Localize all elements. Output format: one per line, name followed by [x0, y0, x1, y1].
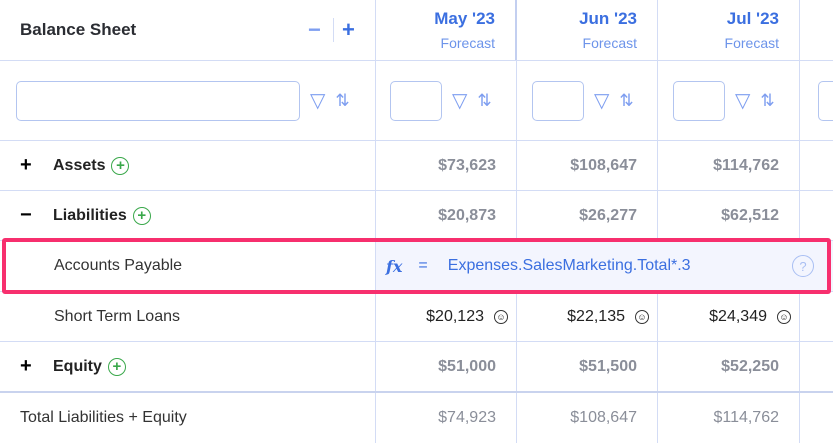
- column-filter-input[interactable]: [818, 80, 833, 121]
- page-title: Balance Sheet: [20, 20, 137, 39]
- filter-icon[interactable]: ▽: [310, 88, 325, 113]
- row-label-cell: + Assets +: [0, 141, 376, 190]
- column-header-jun[interactable]: Jun '23 Forecast: [517, 0, 658, 60]
- value-cell[interactable]: $20,123 ☺: [376, 292, 517, 341]
- equals-sign: =: [418, 257, 428, 274]
- add-icon[interactable]: +: [111, 156, 130, 175]
- table-row-equity: + Equity + $51,000 $51,500 $52,250: [0, 342, 833, 393]
- value-cell[interactable]: $73,623: [376, 141, 517, 190]
- empty-cell: [800, 393, 833, 443]
- filter-cell: ▽ ⇅: [376, 61, 517, 140]
- value-cell[interactable]: $20,873: [376, 191, 517, 240]
- row-label: Equity: [53, 357, 102, 375]
- row-label: Assets: [53, 156, 106, 174]
- user-icon: ☺: [777, 309, 791, 324]
- filter-cell: ▽ ⇅: [0, 61, 376, 140]
- value-cell[interactable]: $62,512: [658, 191, 800, 240]
- column-header-may[interactable]: May '23 Forecast: [376, 0, 517, 60]
- column-filter-input[interactable]: [390, 80, 442, 121]
- value-cell: $108,647: [517, 393, 658, 443]
- search-input[interactable]: [16, 80, 300, 121]
- table-row-short-term-loans: Short Term Loans $20,123 ☺ $22,135 ☺ $24,3…: [0, 292, 833, 342]
- value-cell: $114,762: [658, 393, 800, 443]
- help-icon[interactable]: ?: [792, 255, 814, 277]
- month-label: Jun '23: [579, 9, 637, 28]
- value: $22,135: [567, 307, 625, 325]
- row-label-cell: + Equity +: [0, 342, 376, 391]
- user-icon: ☺: [635, 309, 649, 324]
- collapse-button[interactable]: −: [20, 204, 53, 227]
- value: $20,123: [426, 307, 484, 325]
- title-cell: Balance Sheet − +: [0, 0, 376, 60]
- sort-icon[interactable]: ⇅: [477, 91, 491, 111]
- sort-icon[interactable]: ⇅: [335, 91, 349, 111]
- expand-button[interactable]: +: [20, 355, 53, 378]
- expand-all-button[interactable]: +: [342, 17, 355, 43]
- filter-cell: ▽ ⇅: [658, 61, 800, 140]
- add-icon[interactable]: +: [132, 206, 151, 225]
- empty-cell: [800, 292, 833, 341]
- column-filter-input[interactable]: [673, 80, 725, 121]
- value-cell[interactable]: $26,277: [517, 191, 658, 240]
- row-label: Short Term Loans: [54, 307, 180, 325]
- sort-icon[interactable]: ⇅: [760, 91, 774, 111]
- filter-icon[interactable]: ▽: [594, 88, 609, 113]
- table-row-total: Total Liabilities + Equity $74,923 $108,…: [0, 393, 833, 443]
- user-icon: ☺: [494, 309, 508, 324]
- forecast-label: Forecast: [724, 35, 779, 51]
- value-cell[interactable]: $24,349 ☺: [658, 292, 800, 341]
- row-label: Accounts Payable: [54, 257, 183, 274]
- value-cell[interactable]: $51,000: [376, 342, 517, 391]
- row-label: Total Liabilities + Equity: [20, 409, 187, 426]
- table-row-liabilities: − Liabilities + $20,873 $26,277 $62,512: [0, 191, 833, 241]
- table-row-assets: + Assets + $73,623 $108,647 $114,762: [0, 141, 833, 191]
- value: $24,349: [709, 307, 767, 325]
- formula-bar[interactable]: fx = Expenses.SalesMarketing.Total*.3 ?: [376, 241, 833, 291]
- month-label: Jul '23: [726, 9, 779, 28]
- filter-cell: [800, 61, 833, 140]
- filter-cell: ▽ ⇅: [517, 61, 658, 140]
- month-label: May '23: [434, 9, 495, 28]
- column-header-jul[interactable]: Jul '23 Forecast: [658, 0, 800, 60]
- filter-icon[interactable]: ▽: [452, 88, 467, 113]
- empty-cell: [800, 191, 833, 240]
- empty-cell: [800, 342, 833, 391]
- header-row: Balance Sheet − + May '23 Forecast Jun '2…: [0, 0, 833, 61]
- row-label-cell: Short Term Loans: [0, 292, 376, 341]
- row-label-cell: Accounts Payable: [0, 241, 376, 291]
- row-label: Liabilities: [53, 206, 127, 224]
- row-label-cell: Total Liabilities + Equity: [0, 393, 376, 443]
- sort-icon[interactable]: ⇅: [619, 91, 633, 111]
- value-cell: $74,923: [376, 393, 517, 443]
- collapse-all-button[interactable]: −: [308, 17, 321, 43]
- add-icon[interactable]: +: [107, 357, 126, 376]
- expand-button[interactable]: +: [20, 154, 53, 177]
- value-cell[interactable]: $52,250: [658, 342, 800, 391]
- column-filter-input[interactable]: [532, 80, 584, 121]
- value-cell[interactable]: $22,135 ☺: [517, 292, 658, 341]
- empty-cell: [800, 141, 833, 190]
- filter-icon[interactable]: ▽: [735, 88, 750, 113]
- row-label-cell: − Liabilities +: [0, 191, 376, 240]
- forecast-label: Forecast: [440, 35, 495, 51]
- value-cell[interactable]: $114,762: [658, 141, 800, 190]
- column-header-next: [800, 0, 833, 60]
- filter-row: ▽ ⇅ ▽ ⇅ ▽ ⇅ ▽ ⇅: [0, 61, 833, 141]
- forecast-label: Forecast: [582, 35, 637, 51]
- formula-expression[interactable]: Expenses.SalesMarketing.Total*.3: [448, 257, 691, 275]
- value-cell[interactable]: $108,647: [517, 141, 658, 190]
- table-row-accounts-payable: Accounts Payable fx = Expenses.SalesMark…: [0, 241, 833, 292]
- value-cell[interactable]: $51,500: [517, 342, 658, 391]
- function-icon: fx: [386, 256, 403, 276]
- divider: [333, 18, 334, 42]
